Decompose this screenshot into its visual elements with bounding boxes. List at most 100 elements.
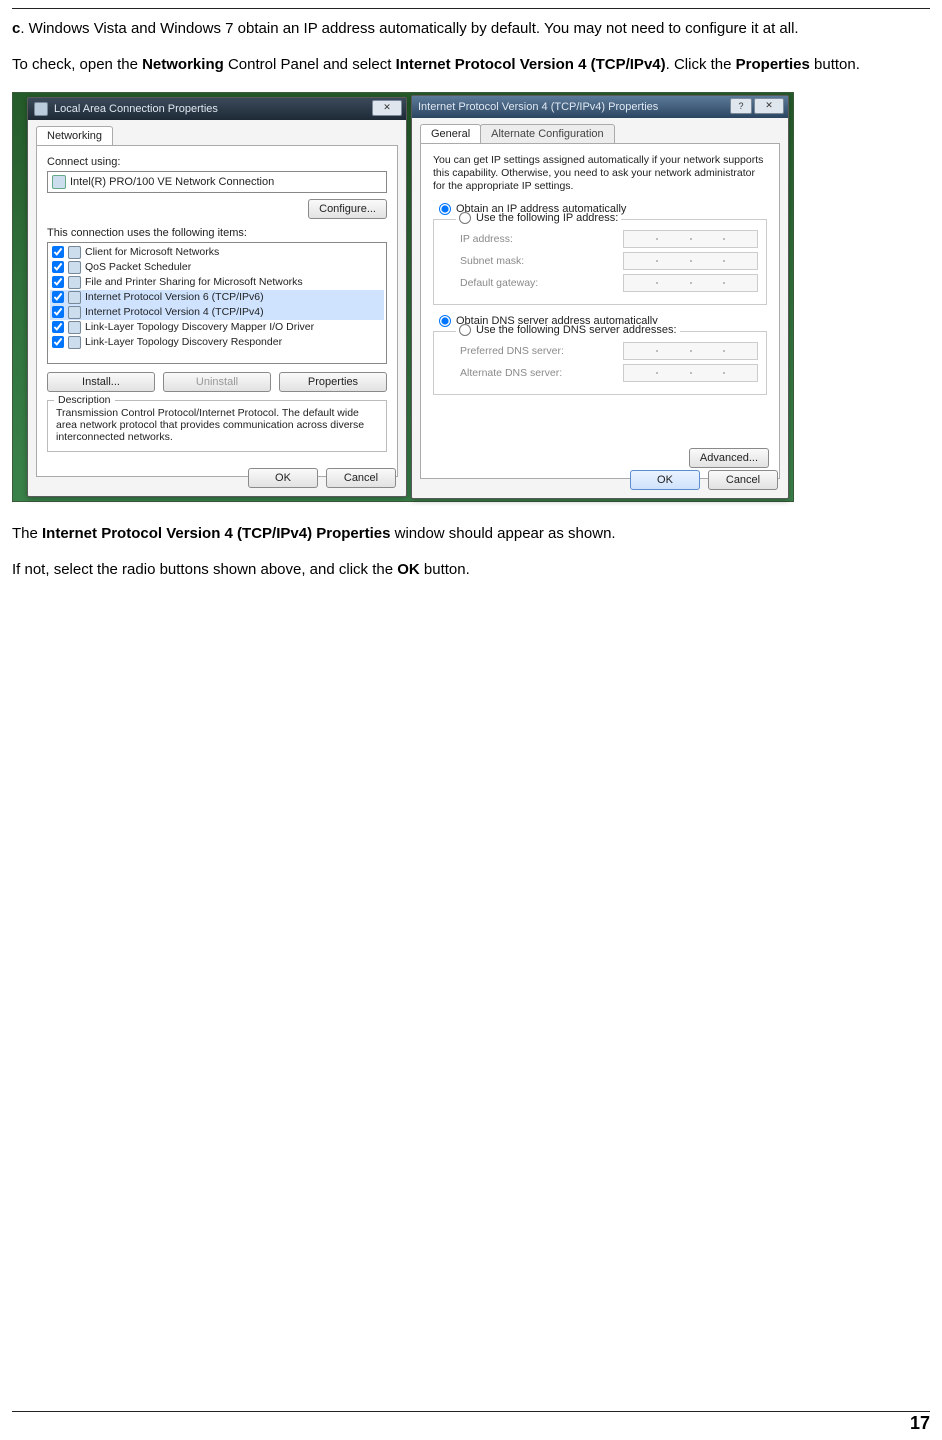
gateway-row: Default gateway: <box>460 274 758 292</box>
o1a: The <box>12 525 42 542</box>
o1b: Internet Protocol Version 4 (TCP/IPv4) P… <box>42 525 390 542</box>
radio-label: Use the following IP address: <box>476 212 618 224</box>
adapter-icon <box>52 175 66 189</box>
list-item: Link-Layer Topology Discovery Mapper I/O… <box>50 320 384 335</box>
description-legend: Description <box>54 394 115 406</box>
tab-networking[interactable]: Networking <box>36 126 113 145</box>
dlg2-titlebar[interactable]: Internet Protocol Version 4 (TCP/IPv4) P… <box>412 96 788 118</box>
para-outro1: The Internet Protocol Version 4 (TCP/IPv… <box>12 524 930 544</box>
list-item: Link-Layer Topology Discovery Responder <box>50 335 384 350</box>
list-item: File and Printer Sharing for Microsoft N… <box>50 275 384 290</box>
close-icon[interactable]: ✕ <box>372 100 402 116</box>
lltd-mapper-icon <box>68 321 81 334</box>
pref-dns-input <box>623 342 758 360</box>
network-icon <box>34 102 48 116</box>
dlg1-panel: Connect using: Intel(R) PRO/100 VE Netwo… <box>36 145 398 477</box>
o2b: OK <box>397 561 420 578</box>
item-checkbox[interactable] <box>52 306 64 318</box>
para-check: To check, open the Networking Control Pa… <box>12 55 930 75</box>
field-label: Subnet mask: <box>460 255 524 267</box>
o1c: window should appear as shown. <box>390 525 615 542</box>
item-checkbox[interactable] <box>52 276 64 288</box>
item-label: File and Printer Sharing for Microsoft N… <box>85 276 303 288</box>
bottom-rule <box>12 1411 930 1412</box>
list-item-selected: Internet Protocol Version 4 (TCP/IPv4) <box>50 305 384 320</box>
item-checkbox[interactable] <box>52 261 64 273</box>
ipv4-icon <box>68 306 81 319</box>
t1: To check, open the <box>12 56 142 73</box>
dlg1-tabstrip: Networking <box>28 120 406 145</box>
description-text: Transmission Control Protocol/Internet P… <box>56 407 378 443</box>
ok-button[interactable]: OK <box>630 470 700 490</box>
install-button[interactable]: Install... <box>47 372 155 392</box>
page-number: 17 <box>910 1413 930 1434</box>
alt-dns-input <box>623 364 758 382</box>
radio-input[interactable] <box>459 324 471 336</box>
dlg2-title: Internet Protocol Version 4 (TCP/IPv4) P… <box>418 101 658 113</box>
field-label: Alternate DNS server: <box>460 367 562 379</box>
tab-alternate[interactable]: Alternate Configuration <box>480 124 615 143</box>
pref-dns-row: Preferred DNS server: <box>460 342 758 360</box>
adapter-name: Intel(R) PRO/100 VE Network Connection <box>70 176 274 188</box>
alt-dns-row: Alternate DNS server: <box>460 364 758 382</box>
radio-input[interactable] <box>459 212 471 224</box>
connect-using-label: Connect using: <box>47 156 387 168</box>
t4: button. <box>810 56 860 73</box>
dlg1-titlebar[interactable]: Local Area Connection Properties ✕ <box>28 98 406 120</box>
close-icon[interactable]: ✕ <box>754 98 784 114</box>
dlg2-intro: You can get IP settings assigned automat… <box>433 154 767 193</box>
item-checkbox[interactable] <box>52 336 64 348</box>
dlg2-tabstrip: General Alternate Configuration <box>412 118 788 143</box>
item-label: Internet Protocol Version 4 (TCP/IPv4) <box>85 306 264 318</box>
b1: Networking <box>142 56 224 73</box>
ip-address-row: IP address: <box>460 230 758 248</box>
ip-group: Use the following IP address: IP address… <box>433 219 767 305</box>
field-label: Preferred DNS server: <box>460 345 564 357</box>
list-item: Internet Protocol Version 6 (TCP/IPv6) <box>50 290 384 305</box>
local-area-connection-dialog: Local Area Connection Properties ✕ Netwo… <box>27 97 407 497</box>
description-group: Description Transmission Control Protoco… <box>47 400 387 452</box>
t3: . Click the <box>666 56 736 73</box>
item-label: Link-Layer Topology Discovery Mapper I/O… <box>85 321 314 333</box>
help-icon[interactable]: ? <box>730 98 752 114</box>
ipv6-icon <box>68 291 81 304</box>
gateway-input <box>623 274 758 292</box>
item-checkbox[interactable] <box>52 246 64 258</box>
para-c: c. Windows Vista and Windows 7 obtain an… <box>12 19 930 39</box>
ipv4-properties-dialog: Internet Protocol Version 4 (TCP/IPv4) P… <box>411 95 789 499</box>
lltd-responder-icon <box>68 336 81 349</box>
items-listbox[interactable]: Client for Microsoft Networks QoS Packet… <box>47 242 387 364</box>
item-checkbox[interactable] <box>52 321 64 333</box>
ip-address-input <box>623 230 758 248</box>
radio-input[interactable] <box>439 203 451 215</box>
radio-use-dns[interactable]: Use the following DNS server addresses: <box>459 324 677 336</box>
advanced-button[interactable]: Advanced... <box>689 448 769 468</box>
cancel-button[interactable]: Cancel <box>708 470 778 490</box>
adapter-box[interactable]: Intel(R) PRO/100 VE Network Connection <box>47 171 387 193</box>
b3: Properties <box>736 56 810 73</box>
ok-button[interactable]: OK <box>248 468 318 488</box>
radio-input[interactable] <box>439 315 451 327</box>
item-label: Internet Protocol Version 6 (TCP/IPv6) <box>85 291 264 303</box>
configure-button[interactable]: Configure... <box>308 199 387 219</box>
item-label: Link-Layer Topology Discovery Responder <box>85 336 282 348</box>
para-outro2: If not, select the radio buttons shown a… <box>12 560 930 580</box>
fileprint-icon <box>68 276 81 289</box>
dlg2-panel: You can get IP settings assigned automat… <box>420 143 780 479</box>
footer <box>12 1411 930 1412</box>
field-label: IP address: <box>460 233 513 245</box>
properties-button[interactable]: Properties <box>279 372 387 392</box>
o2c: button. <box>420 561 470 578</box>
o2a: If not, select the radio buttons shown a… <box>12 561 397 578</box>
cancel-button[interactable]: Cancel <box>326 468 396 488</box>
tab-general[interactable]: General <box>420 124 481 143</box>
step-c-text: . Windows Vista and Windows 7 obtain an … <box>20 20 798 37</box>
t2: Control Panel and select <box>224 56 396 73</box>
b2: Internet Protocol Version 4 (TCP/IPv4) <box>396 56 666 73</box>
subnet-input <box>623 252 758 270</box>
dns-group: Use the following DNS server addresses: … <box>433 331 767 395</box>
subnet-row: Subnet mask: <box>460 252 758 270</box>
item-label: Client for Microsoft Networks <box>85 246 219 258</box>
item-checkbox[interactable] <box>52 291 64 303</box>
radio-use-ip[interactable]: Use the following IP address: <box>459 212 618 224</box>
